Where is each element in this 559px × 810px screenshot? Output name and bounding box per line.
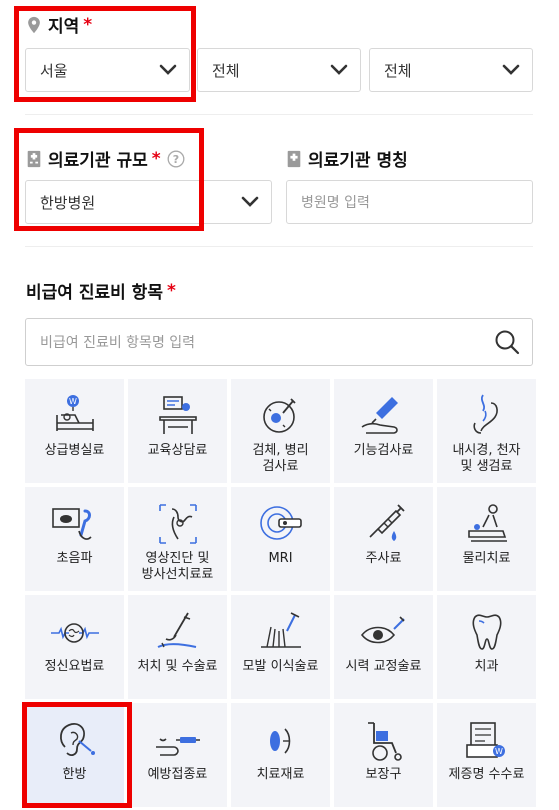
chevron-down-icon <box>330 64 348 75</box>
region-label: 지역 * <box>26 12 92 37</box>
category-label: 모발 이식술료 <box>242 659 319 674</box>
category-tile-radiology[interactable]: 영상진단 및 방사선치료료 <box>128 487 227 591</box>
category-tile-oriental-medicine[interactable]: 한방 <box>25 703 124 807</box>
category-tile-assistive-device[interactable]: 보장구 <box>334 703 433 807</box>
institution-size-value: 한방병원 <box>40 193 96 212</box>
category-label: 내시경, 천자 및 생검료 <box>452 443 521 474</box>
chevron-down-icon <box>241 196 259 207</box>
institution-name-label: 의료기관 명칭 <box>286 146 408 171</box>
surgery-icon <box>157 612 196 648</box>
category-label: 기능검사료 <box>353 443 414 458</box>
location-pin-icon <box>28 16 40 33</box>
items-label-text: 비급여 진료비 항목 <box>26 283 163 303</box>
institution-size-select[interactable]: 한방병원 <box>25 180 272 224</box>
function-test-icon <box>361 397 398 434</box>
category-label: 영상진단 및 방사선치료료 <box>141 551 214 582</box>
svg-text:?: ? <box>172 153 178 166</box>
svg-text:W: W <box>495 747 503 756</box>
consultation-desk-icon <box>158 396 197 434</box>
category-tile-private-room[interactable]: W 상급병실료 <box>25 379 124 483</box>
tooth-icon <box>472 614 501 650</box>
category-label: 주사료 <box>365 551 402 566</box>
items-label: 비급여 진료비 항목 * <box>26 278 176 304</box>
category-tile-endoscopy[interactable]: 내시경, 천자 및 생검료 <box>437 379 536 483</box>
category-label: 검체, 병리 검사료 <box>252 443 309 474</box>
category-label: MRI <box>268 551 293 566</box>
category-tile-dental[interactable]: 치과 <box>437 595 536 699</box>
institution-size-required-mark: * <box>151 148 161 169</box>
hospital-sign-icon <box>287 150 301 167</box>
region-dong-value: 전체 <box>384 61 412 80</box>
category-label: 초음파 <box>56 551 93 566</box>
institution-size-label: 의료기관 규모 * ? <box>26 146 185 171</box>
category-tile-specimen-pathology[interactable]: 검체, 병리 검사료 <box>231 379 330 483</box>
certificate-fee-icon: W <box>465 722 505 758</box>
hospital-building-icon <box>27 150 41 167</box>
category-label: 상급병실료 <box>44 443 105 458</box>
hair-transplant-icon <box>260 612 301 648</box>
category-tile-vaccination[interactable]: 예방접종료 <box>128 703 227 807</box>
syringe-icon <box>368 504 405 541</box>
category-label: 처치 및 수술료 <box>137 659 218 674</box>
institution-name-placeholder: 병원명 입력 <box>301 195 370 211</box>
chevron-down-icon <box>159 64 177 75</box>
endoscopy-icon <box>472 394 498 434</box>
ear-acupuncture-icon <box>59 723 95 756</box>
region-city-value: 서울 <box>40 61 68 80</box>
wheelchair-icon <box>367 722 402 761</box>
region-district-value: 전체 <box>212 61 240 80</box>
category-label: 시력 교정술료 <box>345 659 422 674</box>
region-required-mark: * <box>83 14 93 35</box>
category-tile-function-test[interactable]: 기능검사료 <box>334 379 433 483</box>
category-label: 제증명 수수료 <box>448 767 525 782</box>
hospital-bed-icon: W <box>55 395 94 431</box>
category-label: 정신요법료 <box>44 659 105 674</box>
category-tile-hair-transplant[interactable]: 모발 이식술료 <box>231 595 330 699</box>
item-search-placeholder: 비급여 진료비 항목명 입력 <box>40 335 196 351</box>
category-label: 한방 <box>62 767 87 782</box>
category-tile-education-counsel[interactable]: 교육상담료 <box>128 379 227 483</box>
category-tile-injection[interactable]: 주사료 <box>334 487 433 591</box>
item-search-input[interactable]: 비급여 진료비 항목명 입력 <box>25 318 533 366</box>
category-tile-vision-correction[interactable]: 시력 교정술료 <box>334 595 433 699</box>
svg-text:W: W <box>69 397 77 406</box>
mri-icon <box>259 506 302 540</box>
eye-laser-icon <box>360 616 405 644</box>
ultrasound-icon <box>51 508 92 540</box>
category-label: 치과 <box>474 659 499 674</box>
treatment-material-icon <box>269 728 290 754</box>
category-tile-certificate-fee[interactable]: W 제증명 수수료 <box>437 703 536 807</box>
section-divider <box>25 246 533 247</box>
category-label: 보장구 <box>365 767 402 782</box>
institution-size-label-text: 의료기관 규모 <box>48 151 148 171</box>
category-tile-treatment-material[interactable]: 치료재료 <box>231 703 330 807</box>
region-district-select[interactable]: 전체 <box>197 48 361 92</box>
search-icon[interactable] <box>494 329 520 355</box>
help-question-icon[interactable]: ? <box>167 150 185 168</box>
category-label: 교육상담료 <box>147 443 208 458</box>
category-tile-mri[interactable]: MRI <box>231 487 330 591</box>
category-tile-ultrasound[interactable]: 초음파 <box>25 487 124 591</box>
category-label: 물리치료 <box>462 551 511 566</box>
radiology-icon <box>158 504 197 544</box>
category-tile-surgery[interactable]: 처치 및 수술료 <box>128 595 227 699</box>
items-required-mark: * <box>166 280 176 301</box>
region-label-text: 지역 <box>48 17 80 37</box>
category-label: 치료재료 <box>256 767 305 782</box>
vaccination-icon <box>155 737 200 756</box>
brain-wave-icon <box>50 623 99 643</box>
region-dong-select[interactable]: 전체 <box>369 48 533 92</box>
item-category-grid: W 상급병실료 교육상담료 검체, 병리 검사료 기능검사료 내시경, 천자 및… <box>25 379 536 807</box>
specimen-pathology-icon <box>262 398 296 433</box>
section-divider <box>25 114 533 115</box>
physical-therapy-icon <box>467 504 507 542</box>
chevron-down-icon <box>502 64 520 75</box>
category-label: 예방접종료 <box>147 767 208 782</box>
institution-name-label-text: 의료기관 명칭 <box>308 151 408 171</box>
region-city-select[interactable]: 서울 <box>25 48 190 92</box>
category-tile-psychotherapy[interactable]: 정신요법료 <box>25 595 124 699</box>
category-tile-physical-therapy[interactable]: 물리치료 <box>437 487 536 591</box>
institution-name-input[interactable]: 병원명 입력 <box>286 180 533 224</box>
